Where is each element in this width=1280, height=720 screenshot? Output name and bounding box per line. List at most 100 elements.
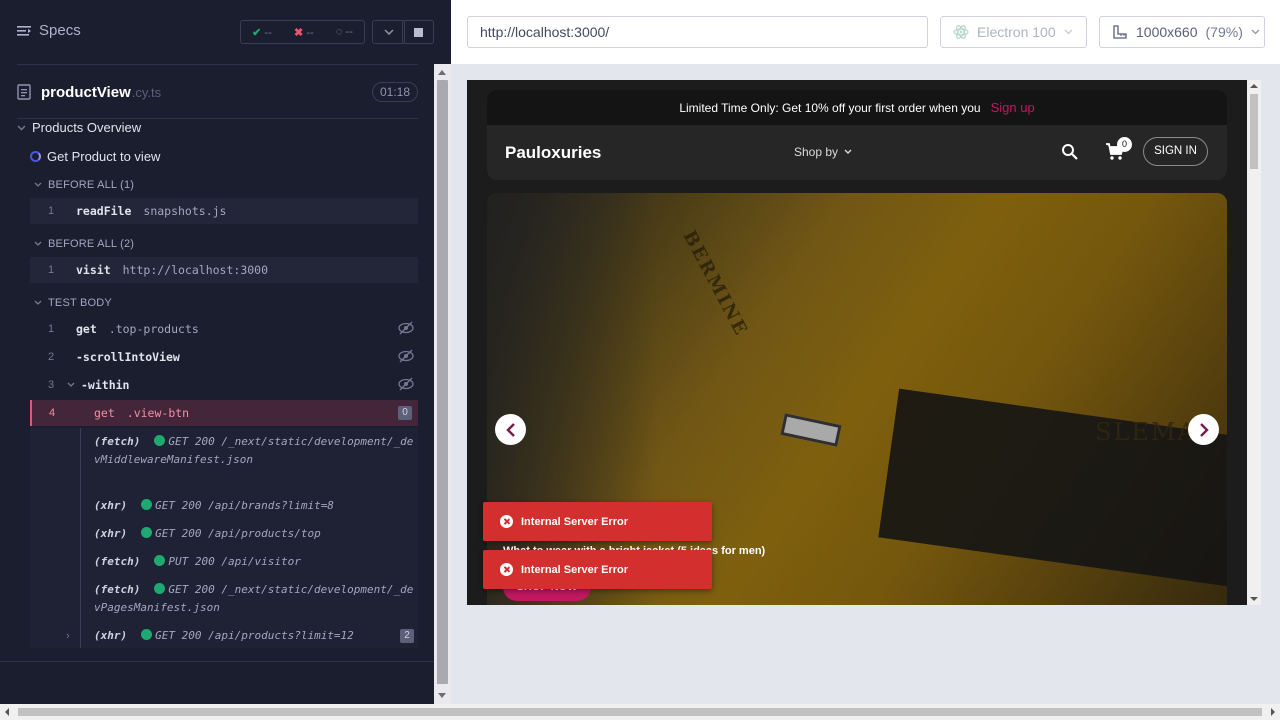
aut-header: http://localhost:3000/ Electron 100 1000… <box>451 0 1280 64</box>
check-icon: ✔ <box>252 26 262 39</box>
browser-selector[interactable]: Electron 100 <box>940 16 1087 48</box>
spec-file-row[interactable]: productView .cy.ts 01:18 <box>17 80 418 104</box>
carousel-prev-button[interactable] <box>495 414 526 445</box>
chevron-down-icon <box>34 300 42 305</box>
command-visit[interactable]: 1 visit http://localhost:3000 <box>30 257 418 283</box>
eye-slash-icon[interactable] <box>398 377 414 391</box>
duration-badge: 01:18 <box>371 82 418 102</box>
error-icon <box>500 515 513 528</box>
website: Limited Time Only: Get 10% off your firs… <box>467 80 1247 605</box>
status-dot-icon <box>154 555 166 566</box>
indent-guide <box>80 428 81 648</box>
count-badge: 0 <box>398 406 412 420</box>
chevron-down-icon <box>34 241 42 246</box>
scrollbar-thumb[interactable] <box>437 80 448 684</box>
site-header: Limited Time Only: Get 10% off your firs… <box>487 90 1227 180</box>
status-dot-icon <box>141 629 153 640</box>
chevron-right-icon <box>1199 422 1209 437</box>
specs-label: Specs <box>39 22 81 39</box>
command-readfile[interactable]: 1 readFile snapshots.js <box>30 198 418 224</box>
stop-button[interactable] <box>402 20 434 44</box>
url-bar[interactable]: http://localhost:3000/ <box>467 16 928 48</box>
hero-carousel: BERMINE SLEMAN What to wear with a brigh… <box>487 193 1227 605</box>
scrollbar-thumb[interactable] <box>1250 94 1258 169</box>
sign-in-button[interactable]: SIGN IN <box>1143 137 1208 166</box>
ruler-icon <box>1113 25 1127 39</box>
hook-test-body[interactable]: TEST BODY <box>34 297 112 309</box>
reporter-panel: Specs ✔ -- ✖ -- ◌ -- productView .cy.ts 0… <box>0 0 451 704</box>
circle-icon: ◌ <box>335 26 343 38</box>
spec-ext: .cy.ts <box>131 84 162 100</box>
failed-stat: ✖ -- <box>294 26 314 39</box>
suite-label: Products Overview <box>32 120 142 135</box>
aut-scrollbar[interactable] <box>1247 80 1261 605</box>
hook-before-all-1[interactable]: BEFORE ALL (1) <box>34 179 134 191</box>
status-dot-icon <box>141 527 153 538</box>
carousel-next-button[interactable] <box>1188 414 1219 445</box>
navbar: Pauloxuries Shop by 0 SIGN IN <box>487 125 1227 180</box>
command-get-active[interactable]: 4 get .view-btn 0 <box>30 400 418 426</box>
log-item[interactable]: (xhr) GET 200 /api/products?limit=12 <box>94 627 416 645</box>
divider <box>17 118 418 119</box>
status-dot-icon <box>154 435 166 446</box>
suite-title[interactable]: Products Overview <box>17 120 141 135</box>
log-item[interactable]: (fetch) PUT 200 /api/visitor <box>94 553 416 571</box>
error-toast[interactable]: Internal Server Error <box>483 550 712 589</box>
status-dot-icon <box>154 583 166 594</box>
chevron-down-icon <box>34 182 42 187</box>
chevron-down-icon <box>1064 29 1073 35</box>
hook-before-all-2[interactable]: BEFORE ALL (2) <box>34 238 134 250</box>
log-item[interactable]: (xhr) GET 200 /api/brands?limit=8 <box>94 497 416 515</box>
test-title[interactable]: Get Product to view <box>30 149 160 164</box>
eye-slash-icon[interactable] <box>398 349 414 363</box>
signup-link[interactable]: Sign up <box>991 100 1035 115</box>
scroll-right-icon[interactable] <box>1271 708 1275 716</box>
reporter-header: Specs ✔ -- ✖ -- ◌ -- <box>0 0 434 64</box>
command-get[interactable]: 1 get .top-products <box>30 316 418 342</box>
spec-name: productView <box>41 83 131 101</box>
status-dot-icon <box>141 499 153 510</box>
passed-stat: ✔ -- <box>252 26 272 39</box>
scroll-up-icon[interactable] <box>1250 84 1258 88</box>
electron-icon <box>953 25 969 39</box>
chevron-down-icon <box>383 29 394 35</box>
menu-icon <box>17 25 31 36</box>
specs-button[interactable]: Specs <box>17 22 81 39</box>
x-icon: ✖ <box>294 26 304 39</box>
shop-by-menu[interactable]: Shop by <box>794 145 852 159</box>
chevron-left-icon <box>505 422 515 437</box>
viewport-info[interactable]: 1000x660 (79%) <box>1099 16 1265 48</box>
running-spinner-icon <box>30 151 41 162</box>
brand-logo[interactable]: Pauloxuries <box>505 143 601 163</box>
aut-iframe: Limited Time Only: Get 10% off your firs… <box>467 80 1247 605</box>
log-item[interactable]: (fetch) GET 200 /_next/static/development… <box>94 581 416 617</box>
reporter-scrollbar[interactable] <box>434 64 451 704</box>
log-item[interactable]: (fetch) GET 200 /_next/static/development… <box>94 433 416 469</box>
scroll-down-icon[interactable] <box>1250 597 1258 601</box>
scroll-up-icon[interactable] <box>438 70 446 75</box>
promo-banner: Limited Time Only: Get 10% off your firs… <box>487 90 1227 125</box>
chevron-right-icon[interactable]: › <box>66 630 70 642</box>
error-toast[interactable]: Internal Server Error <box>483 502 712 541</box>
horizontal-scrollbar[interactable] <box>0 704 1280 720</box>
scrollbar-thumb[interactable] <box>18 708 1262 716</box>
chevron-down-icon <box>1251 29 1260 35</box>
chevron-down-icon <box>67 382 75 387</box>
scroll-left-icon[interactable] <box>5 708 9 716</box>
scroll-down-icon[interactable] <box>438 693 446 698</box>
divider <box>17 64 418 65</box>
log-item[interactable]: (xhr) GET 200 /api/products/top <box>94 525 416 543</box>
command-scrollintoview[interactable]: 2 -scrollIntoView <box>30 344 418 370</box>
search-icon[interactable] <box>1061 143 1079 161</box>
pending-stat: ◌ -- <box>335 26 353 38</box>
eye-slash-icon[interactable] <box>398 321 414 335</box>
network-log-list: (fetch) GET 200 /_next/static/development… <box>30 428 418 648</box>
stop-icon <box>413 27 423 37</box>
cypress-app: Specs ✔ -- ✖ -- ◌ -- productView .cy.ts 0… <box>0 0 1280 720</box>
cart-count-badge: 0 <box>1117 137 1132 152</box>
divider <box>0 661 434 662</box>
auto-scroll-button[interactable] <box>372 20 405 44</box>
count-badge: 2 <box>400 629 414 643</box>
error-icon <box>500 563 513 576</box>
command-within[interactable]: 3 -within <box>30 372 418 398</box>
